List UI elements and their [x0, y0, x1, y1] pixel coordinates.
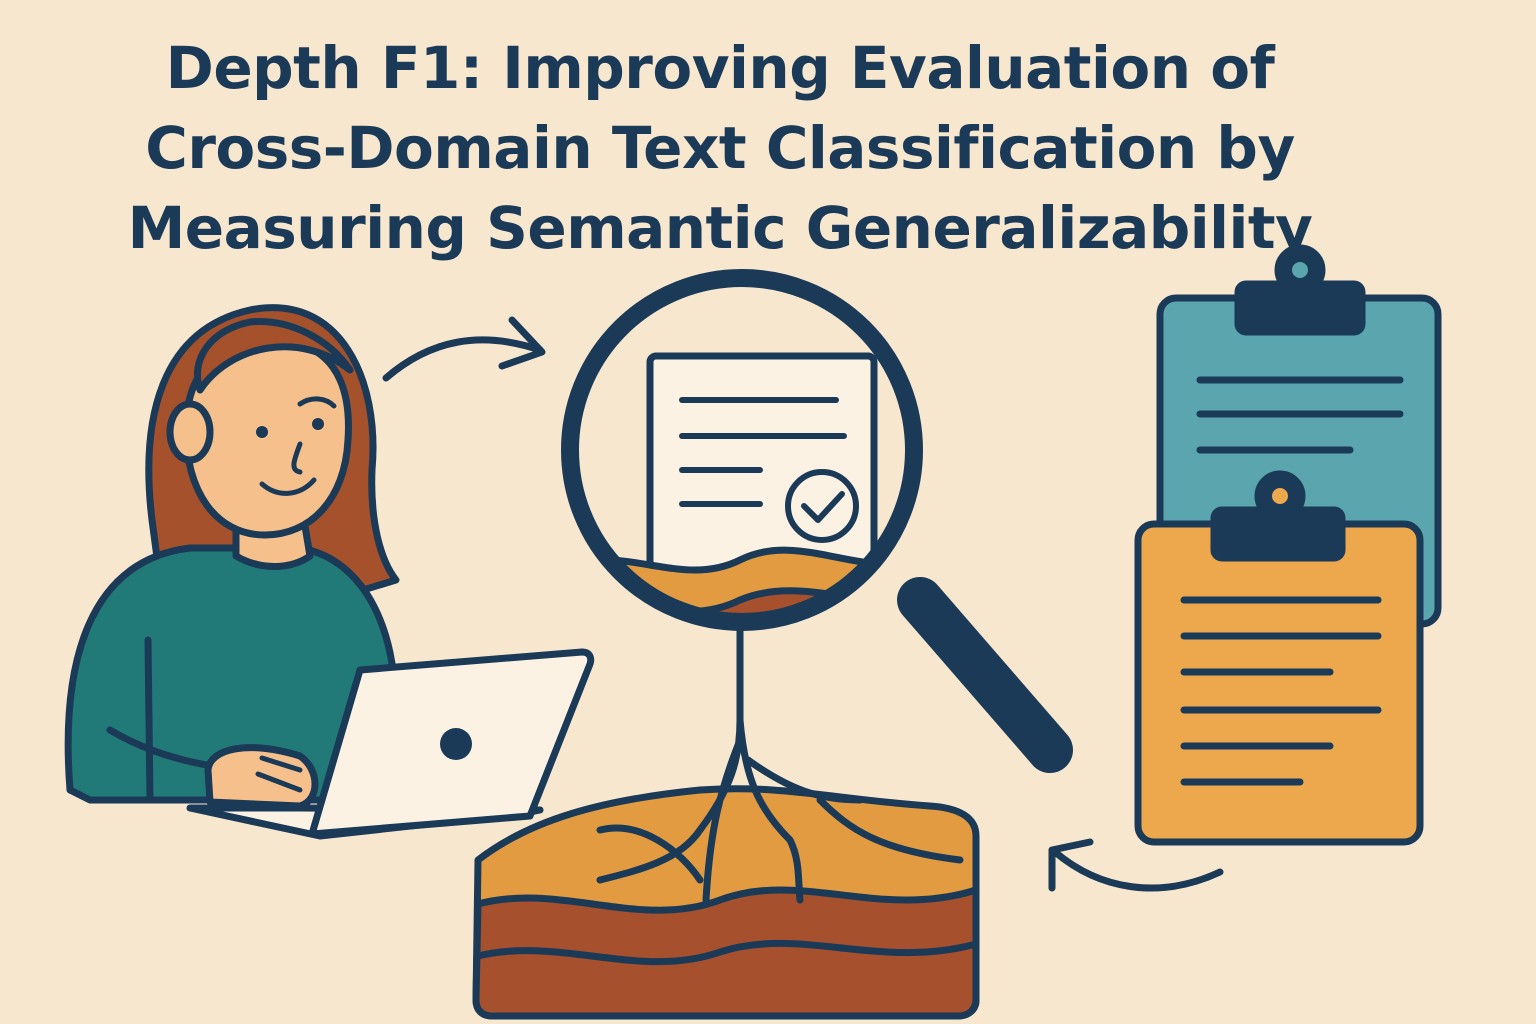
- clipboard-icon: [1134, 470, 1424, 846]
- illustration: [64, 244, 1442, 1020]
- magnifier-icon: [561, 269, 1073, 773]
- arrow-icon: [1048, 838, 1224, 892]
- poster: Depth F1: Improving Evaluation of Cross-…: [0, 0, 1536, 1024]
- arrow-icon: [382, 316, 546, 382]
